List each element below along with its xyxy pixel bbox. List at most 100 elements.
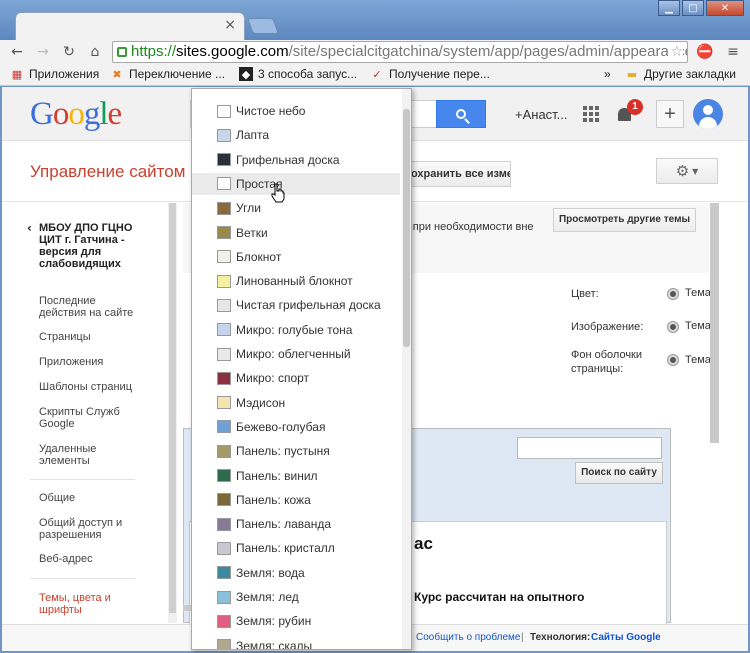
notifications-bell-icon[interactable]: 1	[616, 99, 643, 124]
bookmark-joomla[interactable]: ✖ Переключение ...	[110, 67, 225, 81]
theme-option[interactable]: Панель: кожа	[192, 489, 400, 511]
minimize-button[interactable]: ▁	[658, 0, 680, 16]
sidebar-scrollbar[interactable]	[168, 203, 177, 623]
theme-option[interactable]: Простая	[192, 172, 400, 195]
bookmarks-overflow[interactable]: »	[604, 67, 611, 81]
bookmark-3-ways[interactable]: ◆ 3 способа запус...	[239, 67, 357, 81]
dropdown-scroll-thumb[interactable]	[403, 109, 410, 347]
sidebar-scroll-thumb[interactable]	[169, 203, 176, 613]
reload-icon[interactable]: ↻	[60, 43, 78, 61]
other-bookmarks[interactable]: ▬ Другие закладки	[625, 67, 736, 81]
theme-option[interactable]: Блокнот	[192, 246, 400, 268]
theme-swatch-icon	[217, 347, 231, 361]
theme-swatch-icon	[217, 201, 231, 215]
user-name-link[interactable]: +Анаст...	[515, 107, 568, 122]
sidebar-item-themes[interactable]: Темы, цвета и шрифты	[39, 592, 144, 616]
address-bar[interactable]: https://sites.google.com/site/specialcit…	[112, 41, 688, 63]
extension-icon[interactable]: ⛔	[696, 43, 714, 61]
theme-option[interactable]: Панель: винил	[192, 465, 400, 487]
theme-option[interactable]: Земля: скалы	[192, 635, 400, 649]
radio-image-theme[interactable]	[668, 322, 678, 332]
theme-swatch-icon	[217, 639, 231, 649]
maximize-button[interactable]: □	[682, 0, 704, 16]
sidebar-item-recent-activity[interactable]: Последние действия на сайте	[39, 295, 144, 319]
back-arrow-icon[interactable]: ←	[8, 43, 26, 61]
bookmark-get[interactable]: ✓ Получение пере...	[370, 67, 489, 81]
preview-text: Курс рассчитан на опытного	[414, 590, 585, 604]
sidebar-item-page-templates[interactable]: Шаблоны страниц	[39, 381, 144, 393]
theme-option[interactable]: Земля: рубин	[192, 610, 400, 632]
share-plus-button[interactable]: +	[656, 100, 684, 128]
theme-option[interactable]: Микро: голубые тона	[192, 319, 400, 341]
site-back-link[interactable]: ‹ МБОУ ДПО ГЦНО ЦИТ г. Гатчина - версия д…	[27, 222, 150, 270]
url-domain: sites.google.com	[176, 43, 289, 60]
sidebar-item-sharing[interactable]: Общий доступ и разрешения	[39, 517, 144, 541]
theme-option[interactable]: Бежево-голубая	[192, 416, 400, 438]
report-problem-link[interactable]: Сообщить о проблеме	[416, 632, 520, 643]
tab-close-icon[interactable]: ×	[224, 18, 236, 32]
sidebar-item-general[interactable]: Общие	[39, 492, 144, 504]
dropdown-scrollbar[interactable]	[402, 89, 411, 649]
browser-tab[interactable]: ×	[15, 12, 245, 40]
theme-option[interactable]: Ветки	[192, 222, 400, 244]
forward-arrow-icon[interactable]: →	[34, 43, 52, 61]
theme-swatch-icon	[217, 226, 231, 239]
home-icon[interactable]: ⌂	[86, 43, 104, 61]
diamond-icon: ◆	[239, 67, 253, 81]
browser-toolbar: ← → ↻ ⌂ https://sites.google.com/site/sp…	[0, 40, 750, 64]
preview-search-button[interactable]: Поиск по сайту	[575, 462, 663, 484]
theme-option[interactable]: Мэдисон	[192, 392, 400, 414]
lock-icon	[117, 47, 127, 57]
page-title: Управление сайтом	[30, 162, 186, 181]
theme-option[interactable]: Панель: кристалл	[192, 537, 400, 559]
footer-separator: |	[521, 632, 524, 643]
google-logo[interactable]: Google	[30, 96, 122, 133]
bookmark-star-icon[interactable]: ☆	[668, 42, 683, 62]
search-icon	[456, 109, 466, 119]
bookmark-label: Приложения	[29, 67, 100, 81]
theme-option[interactable]: Микро: облегченный	[192, 343, 400, 365]
google-search-button[interactable]	[436, 100, 486, 128]
theme-option[interactable]: Чистая грифельная доска	[192, 294, 400, 316]
new-tab-button[interactable]	[247, 18, 279, 34]
theme-dropdown-list[interactable]: Чистое небо Лапта Грифельная доска Простая У…	[191, 88, 412, 650]
radio-wrapper-bg-theme[interactable]	[668, 355, 678, 365]
sidebar-item-web-address[interactable]: Веб-адрес	[39, 553, 144, 565]
option-label-image: Изображение:	[571, 321, 644, 333]
theme-option[interactable]: Микро: спорт	[192, 367, 400, 389]
main-scrollbar[interactable]	[710, 203, 719, 443]
apps-grid-icon[interactable]	[583, 106, 599, 122]
theme-option-label: Чистое небо	[236, 104, 306, 118]
menu-icon[interactable]: ≡	[724, 43, 742, 61]
bookmark-apps[interactable]: ▦ Приложения	[10, 67, 99, 81]
theme-option-label: Панель: кристалл	[236, 541, 335, 556]
sidebar-item-apps[interactable]: Приложения	[39, 356, 144, 368]
other-themes-button[interactable]: Просмотреть другие темы	[553, 208, 696, 232]
close-window-button[interactable]: ✕	[706, 0, 744, 16]
theme-option[interactable]: Угли	[192, 197, 400, 219]
google-sites-link[interactable]: Сайты Google	[591, 632, 661, 643]
theme-option[interactable]: Панель: лаванда	[192, 513, 400, 535]
theme-option[interactable]: Земля: вода	[192, 562, 400, 584]
option-value-wrapper-bg: Тема	[685, 354, 711, 366]
theme-option[interactable]: Земля: лед	[192, 586, 400, 608]
sidebar-item-scripts[interactable]: Скрипты Служб Google	[39, 406, 144, 430]
theme-option-label: Мэдисон	[236, 395, 286, 410]
theme-option-label: Панель: винил	[236, 468, 318, 483]
url-scheme: https://	[131, 43, 177, 60]
save-all-button[interactable]: Сохранить все изменения	[399, 161, 511, 187]
settings-button[interactable]: ⚙ ▼	[656, 158, 718, 184]
theme-option[interactable]: Линованный блокнот	[192, 270, 400, 292]
preview-search-input[interactable]	[517, 437, 662, 459]
theme-option[interactable]: Грифельная доска	[192, 149, 400, 171]
sidebar-item-deleted[interactable]: Удаленные элементы	[39, 443, 144, 467]
sidebar-item-pages[interactable]: Страницы	[39, 331, 144, 343]
theme-option[interactable]: Чистое небо	[192, 100, 400, 122]
theme-swatch-icon	[217, 371, 231, 385]
footer-tech-label: Технология:	[530, 632, 591, 643]
radio-color-theme[interactable]	[668, 289, 678, 299]
avatar[interactable]	[693, 99, 723, 129]
theme-swatch-icon	[217, 493, 231, 507]
theme-option[interactable]: Панель: пустыня	[192, 440, 400, 462]
theme-option[interactable]: Лапта	[192, 124, 400, 146]
